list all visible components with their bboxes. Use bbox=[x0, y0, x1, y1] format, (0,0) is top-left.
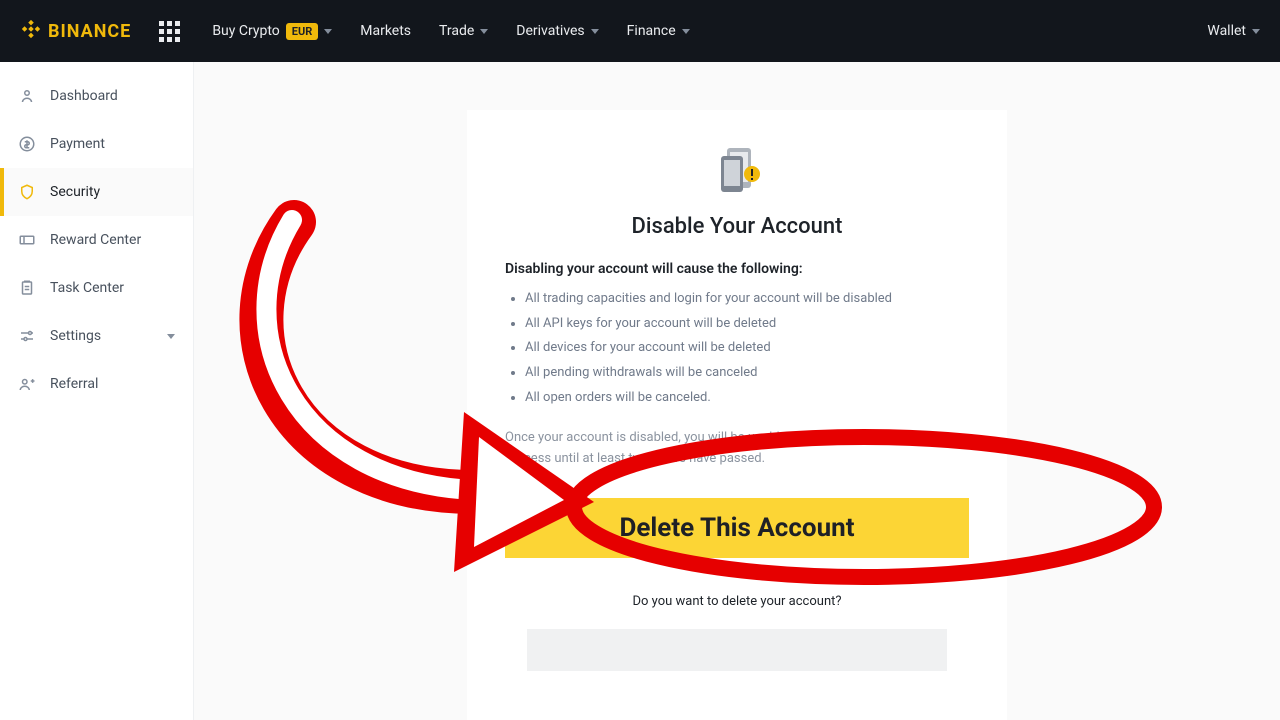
confirm-question: Do you want to delete your account? bbox=[505, 594, 969, 609]
sidebar-item-label: Security bbox=[50, 184, 100, 200]
nav-markets-label: Markets bbox=[360, 23, 411, 39]
currency-badge: EUR bbox=[286, 23, 319, 40]
chevron-down-icon bbox=[167, 334, 175, 339]
nav-trade[interactable]: Trade bbox=[439, 23, 488, 39]
list-item: All devices for your account will be del… bbox=[525, 336, 969, 361]
user-icon bbox=[18, 87, 36, 105]
apps-grid-icon[interactable] bbox=[159, 21, 180, 42]
referral-icon bbox=[18, 375, 36, 393]
sidebar-item-payment[interactable]: Payment bbox=[0, 120, 193, 168]
chevron-down-icon bbox=[480, 29, 488, 34]
sidebar-item-label: Task Center bbox=[50, 280, 124, 296]
sidebar-item-label: Payment bbox=[50, 136, 105, 152]
disable-account-card: Disable Your Account Disabling your acco… bbox=[467, 110, 1007, 720]
binance-icon bbox=[20, 18, 42, 45]
brand-logo[interactable]: BINANCE bbox=[20, 18, 131, 45]
sliders-icon bbox=[18, 327, 36, 345]
reactivation-note: Once your account is disabled, you will … bbox=[505, 428, 969, 470]
sidebar: Dashboard Payment Security Reward Center… bbox=[0, 62, 194, 720]
nav-wallet[interactable]: Wallet bbox=[1207, 23, 1260, 39]
sidebar-item-label: Referral bbox=[50, 376, 98, 392]
shield-icon bbox=[18, 183, 36, 201]
brand-text: BINANCE bbox=[48, 21, 131, 42]
sidebar-item-task-center[interactable]: Task Center bbox=[0, 264, 193, 312]
chevron-down-icon bbox=[682, 29, 690, 34]
sidebar-item-label: Dashboard bbox=[50, 88, 118, 104]
main-content: Disable Your Account Disabling your acco… bbox=[194, 62, 1280, 720]
nav-finance[interactable]: Finance bbox=[627, 23, 690, 39]
sidebar-item-label: Settings bbox=[50, 328, 101, 344]
chevron-down-icon bbox=[1252, 29, 1260, 34]
consequence-list: All trading capacities and login for you… bbox=[505, 287, 969, 410]
dollar-icon bbox=[18, 135, 36, 153]
nav-markets[interactable]: Markets bbox=[360, 23, 411, 39]
sidebar-item-dashboard[interactable]: Dashboard bbox=[0, 72, 193, 120]
nav-derivatives-label: Derivatives bbox=[516, 23, 584, 39]
top-navbar: BINANCE Buy Crypto EUR Markets Trade Der… bbox=[0, 0, 1280, 62]
clipboard-icon bbox=[18, 279, 36, 297]
sidebar-item-label: Reward Center bbox=[50, 232, 141, 248]
nav-buy-crypto-label: Buy Crypto bbox=[212, 23, 279, 39]
sidebar-item-reward-center[interactable]: Reward Center bbox=[0, 216, 193, 264]
sidebar-item-security[interactable]: Security bbox=[0, 168, 193, 216]
sidebar-item-settings[interactable]: Settings bbox=[0, 312, 193, 360]
card-lead: Disabling your account will cause the fo… bbox=[505, 261, 969, 277]
list-item: All trading capacities and login for you… bbox=[525, 287, 969, 312]
chevron-down-icon bbox=[324, 29, 332, 34]
nav-wallet-label: Wallet bbox=[1207, 23, 1246, 39]
secondary-action-placeholder[interactable] bbox=[527, 629, 947, 671]
card-title: Disable Your Account bbox=[505, 214, 969, 239]
nav-finance-label: Finance bbox=[627, 23, 676, 39]
nav-buy-crypto[interactable]: Buy Crypto EUR bbox=[212, 23, 332, 40]
list-item: All pending withdrawals will be canceled bbox=[525, 361, 969, 386]
device-warning-icon bbox=[505, 144, 969, 196]
nav-trade-label: Trade bbox=[439, 23, 474, 39]
sidebar-item-referral[interactable]: Referral bbox=[0, 360, 193, 408]
nav-derivatives[interactable]: Derivatives bbox=[516, 23, 598, 39]
delete-account-button[interactable]: Delete This Account bbox=[505, 498, 969, 558]
ticket-icon bbox=[18, 231, 36, 249]
list-item: All open orders will be canceled. bbox=[525, 386, 969, 411]
chevron-down-icon bbox=[591, 29, 599, 34]
list-item: All API keys for your account will be de… bbox=[525, 312, 969, 337]
